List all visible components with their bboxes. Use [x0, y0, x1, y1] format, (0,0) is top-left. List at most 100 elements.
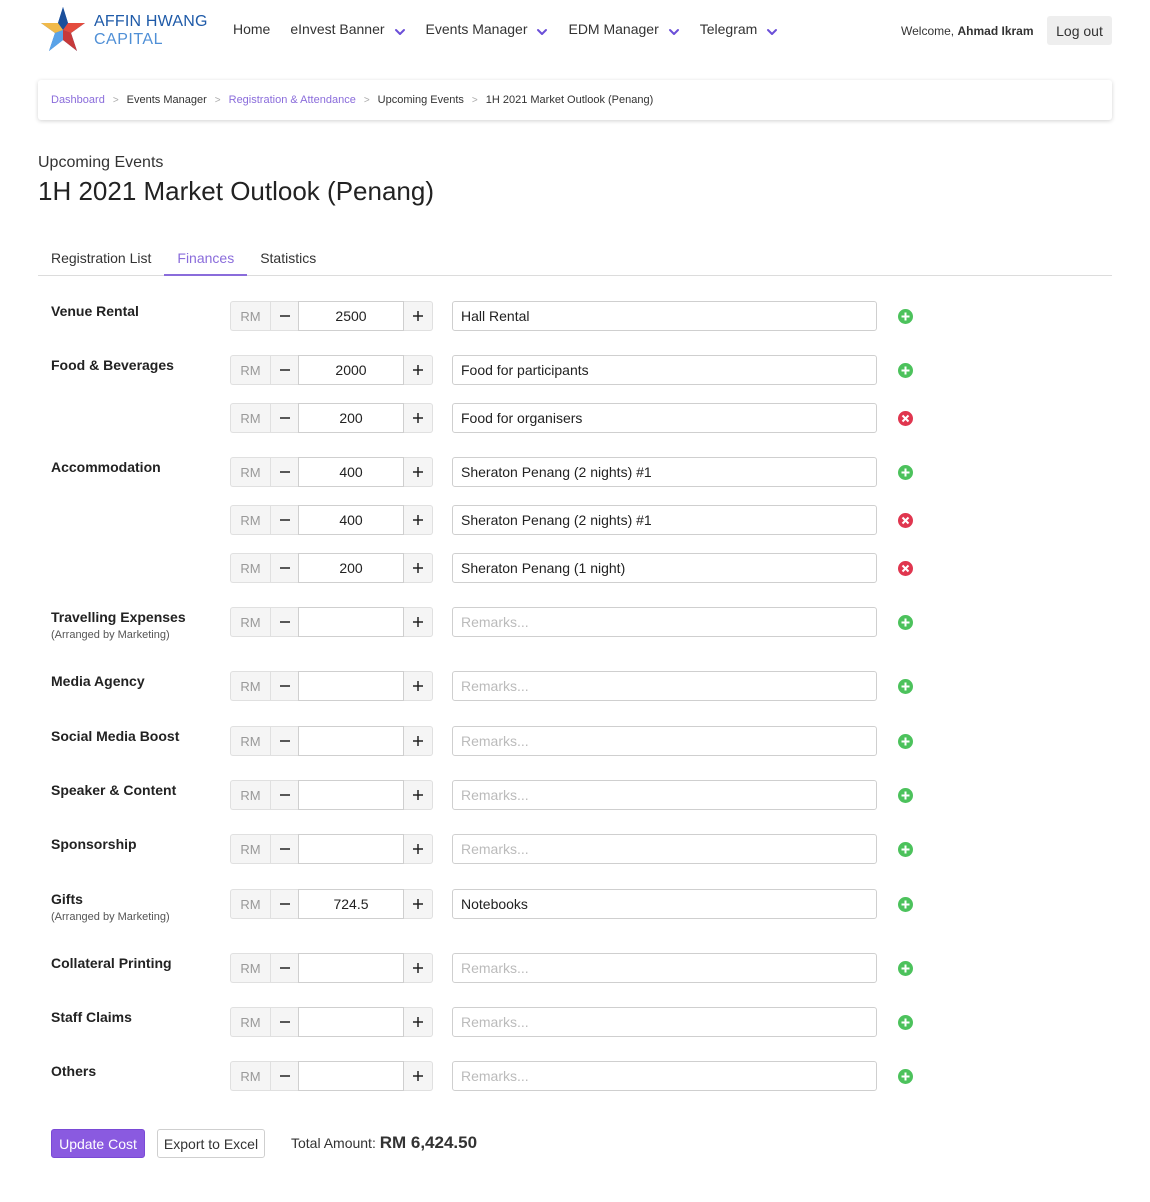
amount-input[interactable]	[298, 607, 404, 637]
increment-button[interactable]	[404, 403, 433, 433]
amount-input[interactable]	[298, 553, 404, 583]
minus-icon	[279, 794, 290, 796]
decrement-button[interactable]	[270, 1007, 298, 1037]
category-label: Sponsorship	[51, 836, 137, 852]
finance-row: Staff Claims RM	[0, 1007, 1150, 1037]
decrement-button[interactable]	[270, 553, 298, 583]
increment-button[interactable]	[404, 953, 433, 983]
currency-addon: RM	[230, 607, 270, 637]
minus-icon	[279, 621, 290, 623]
decrement-button[interactable]	[270, 953, 298, 983]
remarks-input[interactable]	[452, 355, 877, 385]
nav-item-events-manager[interactable]: Events Manager	[426, 21, 549, 37]
decrement-button[interactable]	[270, 889, 298, 919]
increment-button[interactable]	[404, 889, 433, 919]
breadcrumb-item[interactable]: Registration & Attendance	[229, 94, 356, 106]
increment-button[interactable]	[404, 553, 433, 583]
remarks-input[interactable]	[452, 403, 877, 433]
increment-button[interactable]	[404, 607, 433, 637]
decrement-button[interactable]	[270, 355, 298, 385]
add-row-icon[interactable]	[897, 960, 914, 977]
update-cost-button[interactable]: Update Cost	[51, 1129, 145, 1158]
decrement-button[interactable]	[270, 671, 298, 701]
increment-button[interactable]	[404, 671, 433, 701]
amount-input[interactable]	[298, 834, 404, 864]
add-row-icon[interactable]	[897, 308, 914, 325]
amount-input[interactable]	[298, 953, 404, 983]
remove-row-icon[interactable]	[897, 560, 914, 577]
tab-registration-list[interactable]: Registration List	[38, 242, 164, 276]
remarks-input[interactable]	[452, 726, 877, 756]
currency-addon: RM	[230, 457, 270, 487]
amount-input[interactable]	[298, 780, 404, 810]
add-row-icon[interactable]	[897, 841, 914, 858]
add-row-icon[interactable]	[897, 1014, 914, 1031]
increment-button[interactable]	[404, 301, 433, 331]
add-row-icon[interactable]	[897, 362, 914, 379]
add-row-icon[interactable]	[897, 614, 914, 631]
remarks-input[interactable]	[452, 1007, 877, 1037]
decrement-button[interactable]	[270, 607, 298, 637]
amount-input[interactable]	[298, 1061, 404, 1091]
amount-input[interactable]	[298, 671, 404, 701]
amount-input[interactable]	[298, 301, 404, 331]
amount-input[interactable]	[298, 505, 404, 535]
decrement-button[interactable]	[270, 1061, 298, 1091]
increment-button[interactable]	[404, 1007, 433, 1037]
total-amount: Total Amount: RM 6,424.50	[291, 1133, 477, 1153]
breadcrumb-item[interactable]: Dashboard	[51, 94, 105, 106]
remarks-input[interactable]	[452, 834, 877, 864]
remarks-input[interactable]	[452, 457, 877, 487]
export-excel-button[interactable]: Export to Excel	[157, 1129, 265, 1158]
remove-row-icon[interactable]	[897, 512, 914, 529]
decrement-button[interactable]	[270, 780, 298, 810]
add-row-icon[interactable]	[897, 896, 914, 913]
decrement-button[interactable]	[270, 457, 298, 487]
increment-button[interactable]	[404, 1061, 433, 1091]
increment-button[interactable]	[404, 355, 433, 385]
amount-input[interactable]	[298, 403, 404, 433]
remarks-input[interactable]	[452, 1061, 877, 1091]
brand-logo[interactable]: AFFIN HWANG CAPITAL	[38, 6, 208, 54]
amount-input[interactable]	[298, 1007, 404, 1037]
amount-input[interactable]	[298, 355, 404, 385]
amount-input[interactable]	[298, 457, 404, 487]
add-row-icon[interactable]	[897, 1068, 914, 1085]
tab-statistics[interactable]: Statistics	[247, 242, 329, 276]
amount-input[interactable]	[298, 889, 404, 919]
remarks-input[interactable]	[452, 301, 877, 331]
remarks-input[interactable]	[452, 671, 877, 701]
nav-item-einvest-banner[interactable]: eInvest Banner	[290, 21, 405, 37]
increment-button[interactable]	[404, 457, 433, 487]
decrement-button[interactable]	[270, 834, 298, 864]
welcome-prefix: Welcome,	[901, 24, 955, 38]
increment-button[interactable]	[404, 780, 433, 810]
increment-button[interactable]	[404, 505, 433, 535]
increment-button[interactable]	[404, 726, 433, 756]
tab-finances[interactable]: Finances	[164, 242, 248, 276]
remarks-input[interactable]	[452, 889, 877, 919]
amount-stepper: RM	[230, 1007, 433, 1037]
remarks-input[interactable]	[452, 505, 877, 535]
amount-input[interactable]	[298, 726, 404, 756]
remarks-input[interactable]	[452, 953, 877, 983]
logout-button[interactable]: Log out	[1047, 16, 1112, 45]
remarks-input[interactable]	[452, 607, 877, 637]
decrement-button[interactable]	[270, 726, 298, 756]
finance-row: Social Media Boost RM	[0, 726, 1150, 756]
nav-item-telegram[interactable]: Telegram	[700, 21, 779, 37]
add-row-icon[interactable]	[897, 733, 914, 750]
add-row-icon[interactable]	[897, 464, 914, 481]
increment-button[interactable]	[404, 834, 433, 864]
remove-row-icon[interactable]	[897, 410, 914, 427]
nav-item-home[interactable]: Home	[233, 21, 270, 37]
decrement-button[interactable]	[270, 505, 298, 535]
decrement-button[interactable]	[270, 403, 298, 433]
plus-icon	[413, 899, 423, 909]
decrement-button[interactable]	[270, 301, 298, 331]
remarks-input[interactable]	[452, 553, 877, 583]
add-row-icon[interactable]	[897, 678, 914, 695]
nav-item-edm-manager[interactable]: EDM Manager	[568, 21, 679, 37]
add-row-icon[interactable]	[897, 787, 914, 804]
remarks-input[interactable]	[452, 780, 877, 810]
